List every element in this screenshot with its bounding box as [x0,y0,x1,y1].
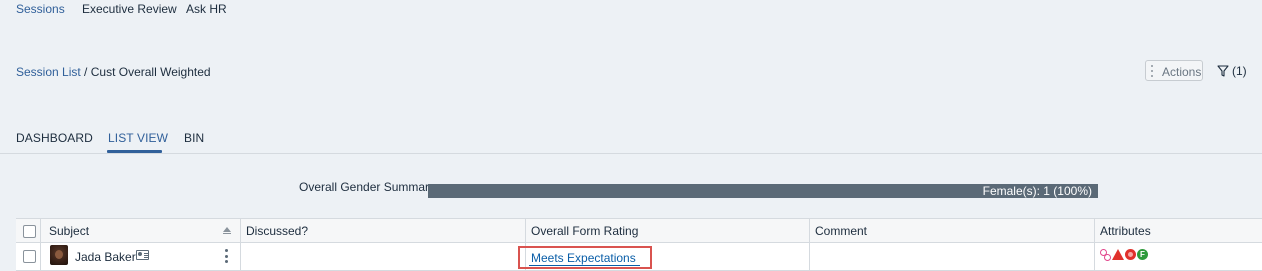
nav-sessions[interactable]: Sessions [16,2,65,16]
column-divider [809,219,810,242]
filter-icon [1217,65,1229,77]
tab-list-view[interactable]: LIST VIEW [108,131,168,145]
rating-link-underline [529,265,640,266]
rating-link[interactable]: Meets Expectations [531,251,636,265]
column-divider [240,219,241,242]
active-tab-indicator [107,150,162,153]
select-all-checkbox[interactable] [23,225,36,238]
gender-summary-bar: Female(s): 1 (100%) [428,184,1098,198]
column-divider [1094,219,1095,242]
column-divider [1094,243,1095,270]
subject-table: Subject Discussed? Overall Form Rating C… [16,218,1262,271]
breadcrumb: Session List / Cust Overall Weighted [16,65,211,79]
green-f-icon[interactable]: F [1137,249,1148,260]
column-divider [40,243,41,270]
attributes-cell: F [1100,249,1148,261]
rating-highlight: Meets Expectations [518,246,652,269]
column-divider [240,243,241,270]
table-header: Subject Discussed? Overall Form Rating C… [16,218,1262,243]
breadcrumb-session-list-link[interactable]: Session List [16,65,81,79]
more-vertical-icon [1151,65,1154,77]
gender-summary-label: Overall Gender Summary [299,180,436,194]
red-circle-icon[interactable] [1125,249,1136,260]
warning-triangle-icon[interactable] [1112,249,1124,260]
filter-count: (1) [1232,64,1247,78]
row-checkbox[interactable] [23,250,36,263]
tab-dashboard[interactable]: DASHBOARD [16,131,93,145]
sort-ascending-icon[interactable] [223,227,231,232]
filter-button[interactable]: (1) [1217,63,1247,79]
view-tabs: DASHBOARD LIST VIEW BIN [0,126,1262,154]
profile-card-icon[interactable] [136,250,149,260]
breadcrumb-separator: / [84,65,88,79]
actions-button[interactable]: Actions [1145,60,1203,81]
gender-summary-text: Female(s): 1 (100%) [982,184,1092,198]
people-icon[interactable] [1100,249,1111,261]
column-divider [40,219,41,242]
table-row[interactable]: Jada Baker Meets Expectations F [16,243,1262,271]
column-divider [525,219,526,242]
avatar[interactable] [50,245,68,265]
top-navigation: Sessions Executive Review Ask HR [0,0,1262,18]
actions-label: Actions [1162,65,1202,79]
tab-bin[interactable]: BIN [184,131,204,145]
breadcrumb-current: Cust Overall Weighted [90,65,211,79]
sort-ascending-icon-base [223,233,231,234]
column-divider [809,243,810,270]
row-more-icon[interactable] [224,249,228,263]
nav-ask-hr[interactable]: Ask HR [186,2,227,16]
nav-executive-review[interactable]: Executive Review [82,2,177,16]
subject-name[interactable]: Jada Baker [75,250,136,271]
